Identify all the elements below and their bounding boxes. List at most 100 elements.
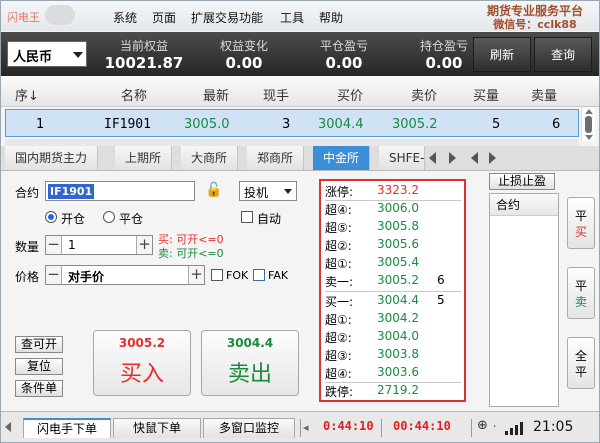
tab-shfe[interactable]: 上期所 <box>115 146 173 170</box>
limit-up-row[interactable]: 涨停: 3323.2 <box>325 183 461 201</box>
reset-button[interactable]: 复位 <box>15 358 63 375</box>
ask-row[interactable]: 超②: 3005.6 <box>325 237 461 255</box>
tab-czce[interactable]: 郑商所 <box>247 146 305 170</box>
close-sell-button[interactable]: 平 卖 <box>567 267 595 319</box>
qty-stepper[interactable]: − 1 + <box>45 235 153 255</box>
stop-order-list[interactable]: 合约 <box>489 193 559 407</box>
row-lot: 3 <box>282 117 291 132</box>
tab-dce[interactable]: 大商所 <box>181 146 239 170</box>
tab-scroll-left-icon[interactable] <box>5 422 11 432</box>
limit-down-label: 跌停: <box>325 385 354 399</box>
tab-quick-mouse-order[interactable]: 快鼠下单 <box>113 418 201 438</box>
server-time: 0:44:10 <box>323 419 374 433</box>
blurred-account-badge <box>45 5 75 25</box>
tab-shfe-en[interactable]: SHFE- <box>379 146 425 170</box>
hedge-value: 投机 <box>244 186 269 200</box>
fak-label: FAK <box>268 269 289 282</box>
tab-cffex[interactable]: 中金所 <box>313 146 371 170</box>
limit-up-price: 3323.2 <box>377 183 419 197</box>
bid-row[interactable]: 超④: 3003.6 <box>325 365 461 383</box>
scroll-up-icon[interactable] <box>585 109 593 114</box>
row-ask-vol: 6 <box>552 117 561 132</box>
clock: 21:05 <box>533 419 574 435</box>
col-last[interactable]: 最新 <box>203 85 229 104</box>
buy-price: 3005.2 <box>118 336 166 350</box>
menu-tools[interactable]: 工具 <box>280 9 304 26</box>
tab-next-icon[interactable] <box>449 152 456 164</box>
close-buy-button[interactable]: 平 买 <box>567 197 595 249</box>
col-ask[interactable]: 卖价 <box>411 85 437 104</box>
close-all-button[interactable]: 全 平 <box>567 337 595 389</box>
stop-loss-profit-button[interactable]: 止损止盈 <box>489 173 555 190</box>
scroll-thumb[interactable] <box>585 116 592 133</box>
contract-label: 合约 <box>15 186 40 200</box>
plus-icon[interactable]: + <box>188 266 204 284</box>
divider <box>300 419 301 437</box>
fak-checkbox[interactable] <box>253 269 265 281</box>
refresh-button[interactable]: 刷新 <box>473 37 531 72</box>
col-ask-vol[interactable]: 卖量 <box>531 85 557 104</box>
prev-arrow-icon[interactable]: ◂ <box>303 421 309 434</box>
price-stepper[interactable]: − 对手价 + <box>45 265 205 285</box>
sell-label: 卖出 <box>227 362 272 387</box>
tab-flash-order[interactable]: 闪电手下单 <box>23 418 111 438</box>
col-name[interactable]: 名称 <box>121 85 147 104</box>
col-bid-vol[interactable]: 买量 <box>473 85 499 104</box>
menu-help[interactable]: 帮助 <box>319 9 343 26</box>
col-bid[interactable]: 买价 <box>337 85 363 104</box>
col-seq[interactable]: 序↓ <box>15 85 39 104</box>
bid-row[interactable]: 超①: 3004.2 <box>325 311 461 329</box>
query-button[interactable]: 查询 <box>534 37 592 72</box>
minus-icon[interactable]: − <box>46 266 62 284</box>
col-lot[interactable]: 现手 <box>263 85 289 104</box>
bottom-bar: 闪电手下单 快鼠下单 多窗口监控 ◂ 0:44:10 00:44:10 ⊕ ⋅ … <box>1 411 599 442</box>
table-row[interactable]: 1 IF1901 3005.0 3 3004.4 3005.2 5 6 <box>5 109 579 137</box>
bid-row[interactable]: 超②: 3004.0 <box>325 329 461 347</box>
bid-row[interactable]: 超③: 3003.8 <box>325 347 461 365</box>
minus-icon[interactable]: − <box>46 236 62 254</box>
table-scrollbar[interactable] <box>581 108 595 141</box>
sort-arrow-icon: ↓ <box>28 89 39 104</box>
ask-row[interactable]: 超④: 3006.0 <box>325 201 461 219</box>
tab-last-icon[interactable] <box>489 152 496 164</box>
row-last: 3005.0 <box>184 117 230 132</box>
auto-label: 自动 <box>257 212 282 226</box>
plus-icon[interactable]: + <box>136 236 152 254</box>
ask-1-row[interactable]: 卖一: 3005.2 6 <box>325 273 461 291</box>
tab-prev-icon[interactable] <box>429 152 436 164</box>
menu-extended-trading[interactable]: 扩展交易功能 <box>191 9 263 26</box>
close-pnl-value: 0.00 <box>325 54 363 72</box>
buy-button[interactable]: 3005.2 买入 <box>93 330 191 396</box>
table-hscrollbar[interactable] <box>5 139 579 146</box>
menu-page[interactable]: 页面 <box>152 9 176 26</box>
open-radio[interactable] <box>45 211 57 223</box>
sell-button[interactable]: 3004.4 卖出 <box>201 330 299 396</box>
tab-domestic-main[interactable]: 国内期货主力 <box>5 146 99 170</box>
limit-down-row[interactable]: 跌停: 2719.2 <box>325 383 461 401</box>
tab-multi-window-monitor[interactable]: 多窗口监控 <box>203 418 295 438</box>
ask-row[interactable]: 超⑤: 3005.8 <box>325 219 461 237</box>
auto-checkbox[interactable] <box>241 211 253 223</box>
close-radio[interactable] <box>103 211 115 223</box>
currency-select[interactable]: 人民币 <box>7 41 87 67</box>
equity-change-label: 权益变化 <box>219 39 268 53</box>
menu-system[interactable]: 系统 <box>113 9 137 26</box>
row-seq: 1 <box>36 117 45 132</box>
hedge-select[interactable]: 投机 <box>239 181 297 201</box>
query-openable-button[interactable]: 查可开 <box>15 336 63 353</box>
conditional-order-button[interactable]: 条件单 <box>15 380 63 397</box>
qty-value: 1 <box>68 238 76 252</box>
equity-change-value: 0.00 <box>225 54 263 72</box>
local-time: 00:44:10 <box>393 419 451 433</box>
lock-icon[interactable]: 🔓 <box>205 182 222 198</box>
row-bid-vol: 5 <box>492 117 501 132</box>
exchange-tabbar: 国内期货主力 上期所 大商所 郑商所 中金所 SHFE- <box>1 146 599 171</box>
fok-checkbox[interactable] <box>211 269 223 281</box>
contract-input[interactable]: IF1901 <box>45 181 195 201</box>
bid-1-row[interactable]: 买一: 3004.4 5 <box>325 293 461 311</box>
network-icon: ⋅ <box>493 420 497 433</box>
ask-row[interactable]: 超①: 3005.4 <box>325 255 461 273</box>
scroll-down-icon[interactable] <box>585 135 593 140</box>
row-name: IF1901 <box>104 117 151 132</box>
tab-first-icon[interactable] <box>471 152 478 164</box>
